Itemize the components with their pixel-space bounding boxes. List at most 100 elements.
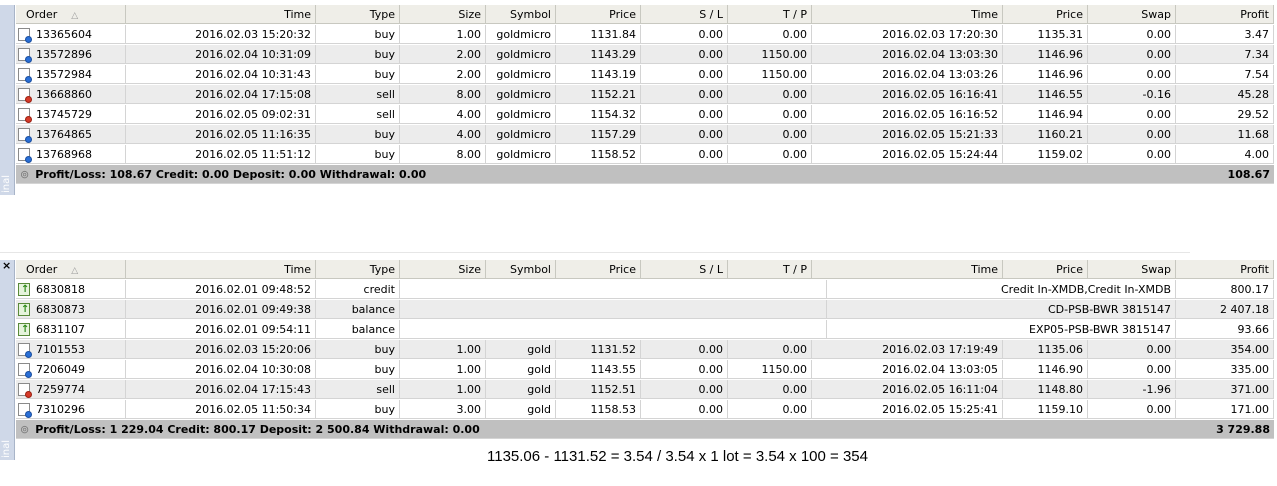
cell-value: sell <box>376 108 395 121</box>
header-col-order[interactable]: Order △ <box>16 5 126 24</box>
header-col-close-time[interactable]: Time <box>812 5 1003 24</box>
cell-value: 7259774 <box>36 383 85 396</box>
cell-time: 2016.02.05 11:16:35 <box>126 125 316 144</box>
cell-price: 1158.52 <box>556 145 641 164</box>
header-col-sl[interactable]: S / L <box>641 5 728 24</box>
header-col-profit[interactable]: Profit <box>1176 5 1274 24</box>
cell-tp: 0.00 <box>728 85 812 104</box>
cell-value: 0.00 <box>698 88 724 101</box>
header-col-close-time[interactable]: Time <box>812 260 1003 279</box>
cell-size: 4.00 <box>400 105 486 124</box>
cell-value: 2016.02.05 15:21:33 <box>882 128 998 141</box>
cell-size: 4.00 <box>400 125 486 144</box>
cell-value: 2016.02.04 10:31:43 <box>195 68 311 81</box>
cell-value: 7206049 <box>36 363 85 376</box>
header-col-time[interactable]: Time <box>126 5 316 24</box>
cell-sl: 0.00 <box>641 85 728 104</box>
cell-swap: 0.00 <box>1088 65 1176 84</box>
header-col-price[interactable]: Price <box>556 5 641 24</box>
cell-size: 8.00 <box>400 85 486 104</box>
cell-comment: CD-PSB-BWR 3815147 <box>827 300 1176 319</box>
cell-price: 1143.55 <box>556 360 641 379</box>
cell-swap: 0.00 <box>1088 125 1176 144</box>
calculation-note: 1135.06 - 1131.52 = 3.54 / 3.54 x 1 lot … <box>487 448 868 465</box>
header-col-order[interactable]: Order △ <box>16 260 126 279</box>
cell-value: gold <box>527 383 551 396</box>
cell-cprice: 1146.96 <box>1003 65 1088 84</box>
header-col-time[interactable]: Time <box>126 260 316 279</box>
cell-time: 2016.02.04 10:30:08 <box>126 360 316 379</box>
cell-symbol: goldmicro <box>486 125 556 144</box>
blue-doc-icon <box>18 148 32 163</box>
header-col-size[interactable]: Size <box>400 260 486 279</box>
header-col-size[interactable]: Size <box>400 5 486 24</box>
cell-value: 6830873 <box>36 303 85 316</box>
cell-value: 2016.02.05 11:51:12 <box>195 148 311 161</box>
header-col-swap[interactable]: Swap <box>1088 260 1176 279</box>
cell-tp: 0.00 <box>728 125 812 144</box>
cell-symbol: gold <box>486 380 556 399</box>
cell-profit: 11.68 <box>1176 125 1274 144</box>
cell-type: buy <box>316 360 400 379</box>
cell-value: 1.00 <box>456 343 482 356</box>
cell-type: buy <box>316 145 400 164</box>
cell-sl: 0.00 <box>641 65 728 84</box>
header-col-close-price[interactable]: Price <box>1003 5 1088 24</box>
cell-value: 0.00 <box>698 383 724 396</box>
cell-value: goldmicro <box>496 28 551 41</box>
header-col-type[interactable]: Type <box>316 5 400 24</box>
summary-total-value: 3 729.88 <box>1216 423 1270 436</box>
cell-value: gold <box>527 343 551 356</box>
cell-ctime: 2016.02.05 15:25:41 <box>812 400 1003 419</box>
header-col-tp[interactable]: T / P <box>728 5 812 24</box>
cell-value: 2016.02.04 10:31:09 <box>195 48 311 61</box>
cell-price: 1158.53 <box>556 400 641 419</box>
cell-time: 2016.02.03 15:20:06 <box>126 340 316 359</box>
header-label: Swap <box>1141 263 1171 276</box>
summary-total: 3 729.88 <box>1176 420 1274 439</box>
cell-cprice: 1160.21 <box>1003 125 1088 144</box>
header-label: Symbol <box>510 263 551 276</box>
green-arrow-icon: ↑ <box>18 283 30 296</box>
cell-value: goldmicro <box>496 148 551 161</box>
cell-type: buy <box>316 65 400 84</box>
cell-type: buy <box>316 400 400 419</box>
cell-value: 1157.29 <box>590 128 637 141</box>
summary-text: ⊚ Profit/Loss: 1 229.04 Credit: 800.17 De… <box>16 420 1176 439</box>
terminal-side-bar: inal <box>0 5 15 195</box>
header-col-swap[interactable]: Swap <box>1088 5 1176 24</box>
header-label: T / P <box>782 8 807 21</box>
header-col-close-price[interactable]: Price <box>1003 260 1088 279</box>
header-col-symbol[interactable]: Symbol <box>486 5 556 24</box>
header-col-profit[interactable]: Profit <box>1176 260 1274 279</box>
header-label: Profit <box>1240 8 1269 21</box>
cell-sl: 0.00 <box>641 380 728 399</box>
cell-value: balance <box>351 303 395 316</box>
cell-time: 2016.02.04 17:15:43 <box>126 380 316 399</box>
header-label: T / P <box>782 263 807 276</box>
cell-size: 1.00 <box>400 25 486 44</box>
cell-type: buy <box>316 25 400 44</box>
header-col-symbol[interactable]: Symbol <box>486 260 556 279</box>
cell-value: 0.00 <box>698 128 724 141</box>
terminal-label: inal <box>1 439 12 458</box>
header-label: Swap <box>1141 8 1171 21</box>
cell-value: 2016.02.05 16:16:41 <box>882 88 998 101</box>
header-col-price[interactable]: Price <box>556 260 641 279</box>
cell-value: 2 407.18 <box>1220 303 1269 316</box>
cell-value: 2016.02.05 11:50:34 <box>195 403 311 416</box>
cell-value: 1135.06 <box>1037 343 1084 356</box>
header-label: S / L <box>699 8 723 21</box>
cell-swap: 0.00 <box>1088 25 1176 44</box>
summary-text: ⊚ Profit/Loss: 108.67 Credit: 0.00 Deposi… <box>16 165 1176 184</box>
cell-sl: 0.00 <box>641 400 728 419</box>
cell-value: 1143.29 <box>590 48 637 61</box>
cell-price: 1157.29 <box>556 125 641 144</box>
header-col-type[interactable]: Type <box>316 260 400 279</box>
header-col-tp[interactable]: T / P <box>728 260 812 279</box>
close-icon[interactable]: × <box>2 260 11 272</box>
cell-value: 1143.55 <box>590 363 637 376</box>
cell-value: 2016.02.03 17:19:49 <box>882 343 998 356</box>
header-col-sl[interactable]: S / L <box>641 260 728 279</box>
cell-tp: 1150.00 <box>728 360 812 379</box>
